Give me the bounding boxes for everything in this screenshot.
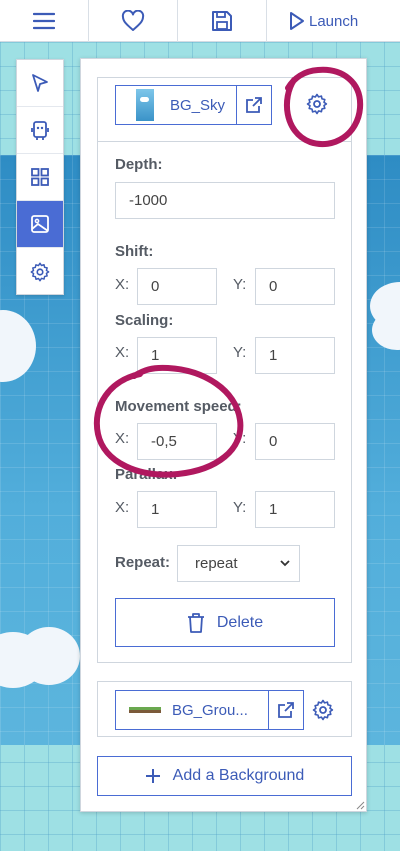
background-settings-button[interactable] xyxy=(305,92,329,121)
shift-y-input[interactable]: 0 xyxy=(255,268,335,305)
plus-icon xyxy=(145,769,160,783)
delete-background-button[interactable]: Delete xyxy=(115,598,335,647)
ground-thumbnail xyxy=(129,707,161,713)
delete-label: Delete xyxy=(216,613,264,631)
background-settings-button[interactable] xyxy=(311,698,335,727)
shift-x-label: X: xyxy=(115,276,130,293)
external-link-icon xyxy=(278,702,294,718)
save-button[interactable] xyxy=(178,0,267,42)
tool-strip xyxy=(16,59,64,295)
gear-icon xyxy=(306,93,328,115)
background-card-sky: BG_Sky Depth: -1000 Shift: X: 0 Y: 0 Sca… xyxy=(97,77,352,663)
favorite-button[interactable] xyxy=(89,0,178,42)
movement-x-input[interactable]: -0,5 xyxy=(137,423,217,460)
floppy-disk-icon xyxy=(212,11,232,31)
add-background-label: Add a Background xyxy=(172,767,305,784)
asset-name: BG_Sky xyxy=(170,96,226,114)
shift-x-input[interactable]: 0 xyxy=(137,268,217,305)
tool-tiles[interactable] xyxy=(17,154,63,201)
add-background-button[interactable]: Add a Background xyxy=(97,756,352,796)
trash-icon xyxy=(187,612,204,633)
open-asset-button[interactable] xyxy=(236,85,272,125)
gear-icon xyxy=(312,699,334,721)
depth-input[interactable]: -1000 xyxy=(115,182,335,219)
menu-button[interactable] xyxy=(0,0,89,42)
repeat-value: repeat xyxy=(195,555,238,572)
launch-button[interactable]: Launch xyxy=(267,0,400,42)
tool-select[interactable] xyxy=(17,60,63,107)
cloud xyxy=(18,627,80,685)
tool-settings[interactable] xyxy=(17,248,63,295)
parallax-label: Parallax: xyxy=(115,466,178,483)
robot-icon xyxy=(31,121,49,140)
backgrounds-panel: BG_Sky Depth: -1000 Shift: X: 0 Y: 0 Sca… xyxy=(80,58,367,812)
play-icon xyxy=(290,12,304,30)
movement-y-input[interactable]: 0 xyxy=(255,423,335,460)
open-asset-button[interactable] xyxy=(268,690,304,730)
parallax-y-label: Y: xyxy=(233,499,247,516)
hamburger-icon xyxy=(33,12,55,30)
scaling-x-label: X: xyxy=(115,344,130,361)
background-asset-button[interactable]: BG_Grou... xyxy=(115,690,269,730)
cursor-icon xyxy=(32,74,48,92)
repeat-label: Repeat: xyxy=(115,554,171,571)
external-link-icon xyxy=(246,97,262,113)
background-card-header: BG_Sky xyxy=(98,78,351,142)
background-card-ground: BG_Grou... xyxy=(97,681,352,737)
movement-y-label: Y: xyxy=(233,430,247,447)
gear-icon xyxy=(30,262,50,281)
depth-label: Depth: xyxy=(115,156,163,173)
movement-speed-label: Movement speed: xyxy=(115,398,242,415)
parallax-x-input[interactable]: 1 xyxy=(137,491,217,528)
shift-y-label: Y: xyxy=(233,276,247,293)
heart-icon xyxy=(121,10,145,31)
repeat-select[interactable]: repeat xyxy=(177,545,300,582)
resize-handle[interactable] xyxy=(355,800,365,810)
parallax-y-input[interactable]: 1 xyxy=(255,491,335,528)
parallax-x-label: X: xyxy=(115,499,130,516)
scaling-label: Scaling: xyxy=(115,312,174,329)
sky-thumbnail xyxy=(136,89,154,121)
scaling-y-label: Y: xyxy=(233,344,247,361)
scaling-x-input[interactable]: 1 xyxy=(137,337,217,374)
background-asset-button[interactable]: BG_Sky xyxy=(115,85,237,125)
chevron-down-icon xyxy=(280,560,290,567)
shift-label: Shift: xyxy=(115,243,154,260)
movement-x-label: X: xyxy=(115,430,130,447)
launch-label: Launch xyxy=(309,12,359,30)
tool-backgrounds[interactable] xyxy=(17,201,63,248)
scaling-y-input[interactable]: 1 xyxy=(255,337,335,374)
asset-name: BG_Grou... xyxy=(172,701,248,719)
grid-icon xyxy=(31,168,49,186)
tool-entities[interactable] xyxy=(17,107,63,154)
top-toolbar: Launch xyxy=(0,0,400,42)
image-icon xyxy=(31,215,49,233)
